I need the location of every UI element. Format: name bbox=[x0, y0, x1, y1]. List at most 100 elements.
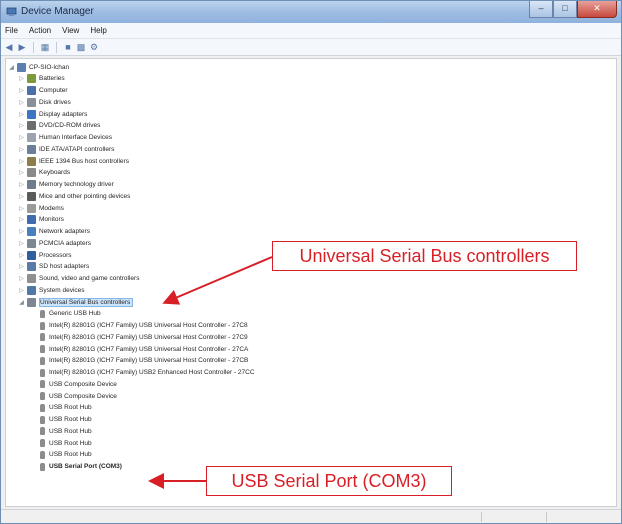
tree-category[interactable]: ▷ PCMCIA adapters bbox=[18, 237, 91, 249]
expand-arrow-icon[interactable]: ◢ bbox=[8, 64, 15, 71]
usb-device-icon bbox=[40, 356, 45, 365]
status-bar bbox=[1, 509, 621, 523]
expand-arrow-icon[interactable]: ▷ bbox=[18, 146, 25, 153]
tree-item-usb-device[interactable]: Intel(R) 82801G (ICH7 Family) USB Univer… bbox=[30, 331, 248, 343]
tree-item-label: Modems bbox=[39, 204, 64, 212]
tree-category[interactable]: ▷ Modems bbox=[18, 202, 64, 214]
device-category-icon bbox=[27, 97, 36, 107]
expand-arrow-icon[interactable]: ▷ bbox=[18, 263, 25, 270]
tree-item-usb-device[interactable]: USB Root Hub bbox=[30, 425, 92, 437]
tree-item-label: USB Serial Port (COM3) bbox=[49, 463, 122, 470]
usb-device-icon bbox=[40, 380, 45, 389]
tree-item-label: Intel(R) 82801G (ICH7 Family) USB Univer… bbox=[49, 322, 248, 329]
device-category-icon bbox=[27, 262, 36, 272]
title-bar[interactable]: Device Manager – □ ✕ bbox=[1, 1, 621, 23]
tree-category-usb[interactable]: ◢ Universal Serial Bus controllers bbox=[18, 296, 134, 308]
device-category-icon bbox=[27, 227, 36, 236]
tree-item-label: Computer bbox=[39, 87, 68, 94]
expand-arrow-icon[interactable]: ▷ bbox=[18, 75, 25, 82]
expand-arrow-icon[interactable]: ▷ bbox=[18, 122, 25, 129]
tree-category[interactable]: ▷ Display adapters bbox=[18, 108, 87, 120]
expand-arrow-icon[interactable]: ▷ bbox=[18, 275, 25, 282]
close-button[interactable]: ✕ bbox=[577, 1, 617, 18]
menu-action[interactable]: Action bbox=[29, 23, 51, 38]
forward-icon[interactable]: ▶ bbox=[17, 42, 27, 52]
menu-view[interactable]: View bbox=[62, 23, 79, 38]
tree-item-label: USB Root Hub bbox=[49, 404, 92, 412]
tree-item-label: Intel(R) 82801G (ICH7 Family) USB Univer… bbox=[49, 345, 249, 353]
expand-arrow-icon[interactable]: ▷ bbox=[18, 111, 25, 118]
menu-file[interactable]: File bbox=[5, 23, 18, 38]
expand-arrow-icon[interactable]: ▷ bbox=[18, 134, 25, 141]
toolbar-separator bbox=[33, 41, 34, 53]
expand-arrow-icon[interactable]: ▷ bbox=[18, 252, 25, 259]
device-category-icon bbox=[27, 238, 36, 248]
expand-arrow-icon[interactable]: ▷ bbox=[18, 87, 25, 94]
tree-item-usb-device[interactable]: Intel(R) 82801G (ICH7 Family) USB Univer… bbox=[30, 320, 248, 332]
tree-category[interactable]: ▷ DVD/CD-ROM drives bbox=[18, 120, 100, 132]
tree-item-label: SD host adapters bbox=[39, 263, 90, 271]
tree-category[interactable]: ▷ Disk drives bbox=[18, 96, 71, 108]
tree-category[interactable]: ▷ Memory technology driver bbox=[18, 179, 114, 191]
expand-arrow-icon[interactable]: ◢ bbox=[18, 299, 25, 306]
tree-category[interactable]: ▷ Human Interface Devices bbox=[18, 132, 112, 144]
tree-category[interactable]: ▷ IEEE 1394 Bus host controllers bbox=[18, 155, 129, 167]
tree-category[interactable]: ▷ Mice and other pointing devices bbox=[18, 190, 130, 202]
scan-hardware-icon[interactable]: ⚙ bbox=[89, 42, 99, 52]
device-manager-icon bbox=[6, 7, 17, 16]
expand-arrow-icon[interactable]: ▷ bbox=[18, 169, 25, 176]
tree-category[interactable]: ▷ Monitors bbox=[18, 214, 64, 226]
tree-category[interactable]: ▷ Sound, video and game controllers bbox=[18, 273, 139, 285]
tree-item-usb-device[interactable]: USB Root Hub bbox=[30, 414, 92, 426]
tree-category[interactable]: ▷ Batteries bbox=[18, 73, 65, 85]
menu-help[interactable]: Help bbox=[90, 23, 106, 38]
tree-item-usb-device[interactable]: Intel(R) 82801G (ICH7 Family) USB Univer… bbox=[30, 355, 248, 367]
tree-category[interactable]: ▷ System devices bbox=[18, 284, 85, 296]
tree-category[interactable]: ▷ Computer bbox=[18, 85, 68, 97]
tree-category[interactable]: ▷ SD host adapters bbox=[18, 261, 89, 273]
expand-arrow-icon[interactable]: ▷ bbox=[18, 193, 25, 200]
tree-item-usb-device[interactable]: USB Root Hub bbox=[30, 402, 92, 414]
tree-item-usb-device[interactable]: USB Composite Device bbox=[30, 378, 117, 390]
tree-item-usb-device[interactable]: Generic USB Hub bbox=[30, 308, 101, 320]
back-icon[interactable]: ◀ bbox=[4, 42, 14, 52]
window-title: Device Manager bbox=[21, 6, 94, 17]
expand-arrow-icon[interactable]: ▷ bbox=[18, 205, 25, 212]
tree-item-label: Batteries bbox=[39, 75, 65, 83]
tree-item-usb-device[interactable]: USB Composite Device bbox=[30, 390, 117, 402]
expand-arrow-icon[interactable]: ▷ bbox=[18, 181, 25, 188]
tree-item-label: PCMCIA adapters bbox=[39, 239, 92, 247]
device-tree[interactable]: ◢ CP-SIO-lchan ▷ Batteries ▷ Computer ▷ Disk dr… bbox=[5, 58, 617, 507]
device-category-icon bbox=[27, 274, 36, 283]
tree-category[interactable]: ▷ Keyboards bbox=[18, 167, 70, 179]
expand-arrow-icon[interactable]: ▷ bbox=[18, 216, 25, 223]
help-icon[interactable]: ■ bbox=[63, 42, 73, 52]
tree-item-label: Display adapters bbox=[39, 110, 88, 118]
expand-arrow-icon[interactable]: ▷ bbox=[18, 158, 25, 165]
tree-item-usb-serial-port[interactable]: USB Serial Port (COM3) bbox=[30, 461, 122, 473]
maximize-button[interactable]: □ bbox=[553, 1, 577, 18]
tree-item-label: Disk drives bbox=[39, 98, 71, 106]
update-driver-icon[interactable]: ▩ bbox=[76, 42, 86, 52]
expand-arrow-icon[interactable]: ▷ bbox=[18, 240, 25, 247]
device-category-icon bbox=[27, 74, 36, 84]
tree-item-label: Sound, video and game controllers bbox=[39, 275, 140, 282]
tree-category[interactable]: ▷ IDE ATA/ATAPI controllers bbox=[18, 143, 114, 155]
tree-category[interactable]: ▷ Network adapters bbox=[18, 226, 90, 238]
device-category-icon bbox=[27, 191, 36, 201]
device-category-icon bbox=[27, 180, 36, 189]
tree-category[interactable]: ▷ Processors bbox=[18, 249, 72, 261]
tree-item-usb-device[interactable]: Intel(R) 82801G (ICH7 Family) USB Univer… bbox=[30, 343, 248, 355]
tree-item-usb-device[interactable]: USB Root Hub bbox=[30, 437, 92, 449]
expand-arrow-icon[interactable]: ▷ bbox=[18, 99, 25, 106]
tree-root[interactable]: ◢ CP-SIO-lchan bbox=[8, 61, 69, 73]
tree-item-usb-device[interactable]: USB Root Hub bbox=[30, 449, 92, 461]
device-category-icon bbox=[27, 285, 36, 295]
toolbar-separator bbox=[56, 41, 57, 53]
properties-icon[interactable]: ▦ bbox=[40, 42, 50, 52]
expand-arrow-icon[interactable]: ▷ bbox=[18, 228, 25, 235]
tree-item-usb-device[interactable]: Intel(R) 82801G (ICH7 Family) USB2 Enhan… bbox=[30, 367, 255, 379]
minimize-button[interactable]: – bbox=[529, 1, 553, 18]
status-segment bbox=[481, 512, 482, 522]
expand-arrow-icon[interactable]: ▷ bbox=[18, 287, 25, 294]
